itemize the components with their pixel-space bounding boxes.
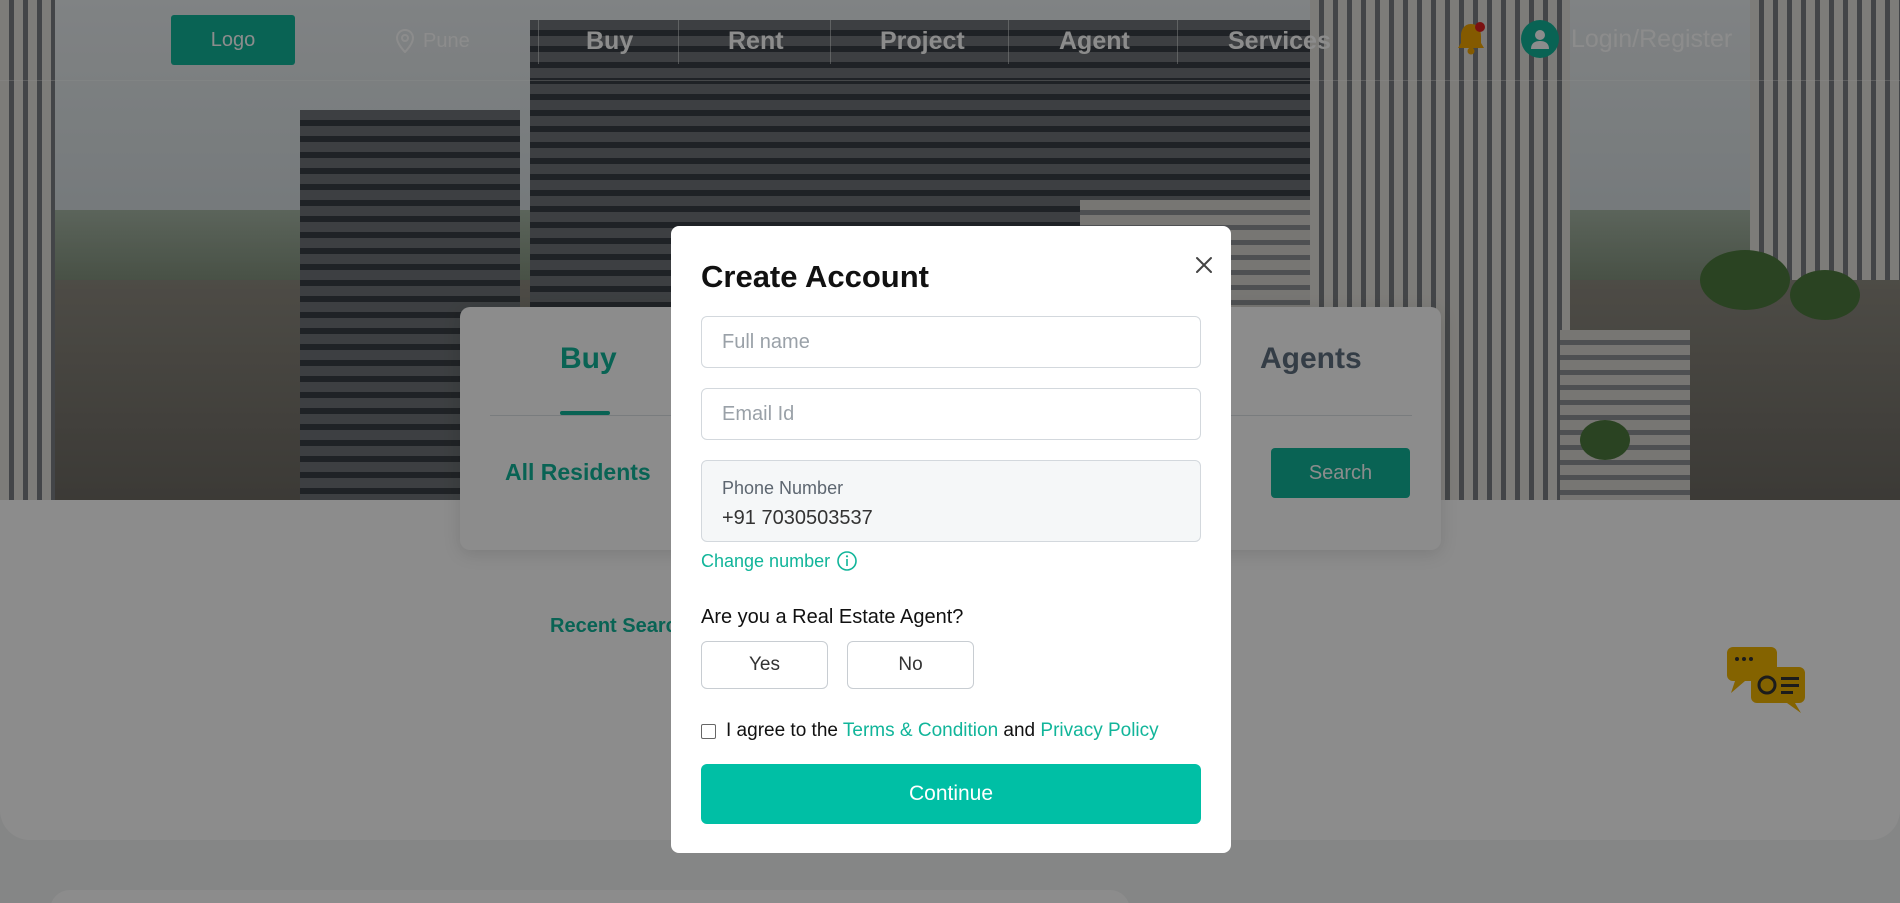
email-input[interactable] (701, 388, 1201, 440)
privacy-link[interactable]: Privacy Policy (1040, 720, 1158, 741)
change-number-label: Change number (701, 550, 831, 571)
full-name-input[interactable] (701, 316, 1201, 368)
terms-agreement: I agree to the Terms & Condition and Pri… (701, 720, 1159, 742)
close-icon[interactable] (1191, 252, 1217, 278)
no-button[interactable]: No (847, 641, 974, 689)
terms-checkbox[interactable] (701, 723, 716, 739)
info-icon (837, 551, 857, 571)
phone-value: +91 7030503537 (722, 507, 873, 529)
agree-prefix: I agree to the (726, 720, 838, 741)
phone-label: Phone Number (722, 478, 844, 498)
continue-button[interactable]: Continue (701, 764, 1201, 824)
terms-link[interactable]: Terms & Condition (843, 720, 998, 741)
create-account-modal: Create Account Phone Number +91 70305035… (671, 226, 1231, 853)
agent-question: Are you a Real Estate Agent? (701, 606, 964, 628)
change-number-link[interactable]: Change number (701, 550, 858, 572)
yes-button[interactable]: Yes (701, 641, 828, 689)
and-text: and (1003, 720, 1036, 741)
modal-title: Create Account (701, 259, 929, 294)
phone-field: Phone Number +91 7030503537 (701, 460, 1201, 542)
